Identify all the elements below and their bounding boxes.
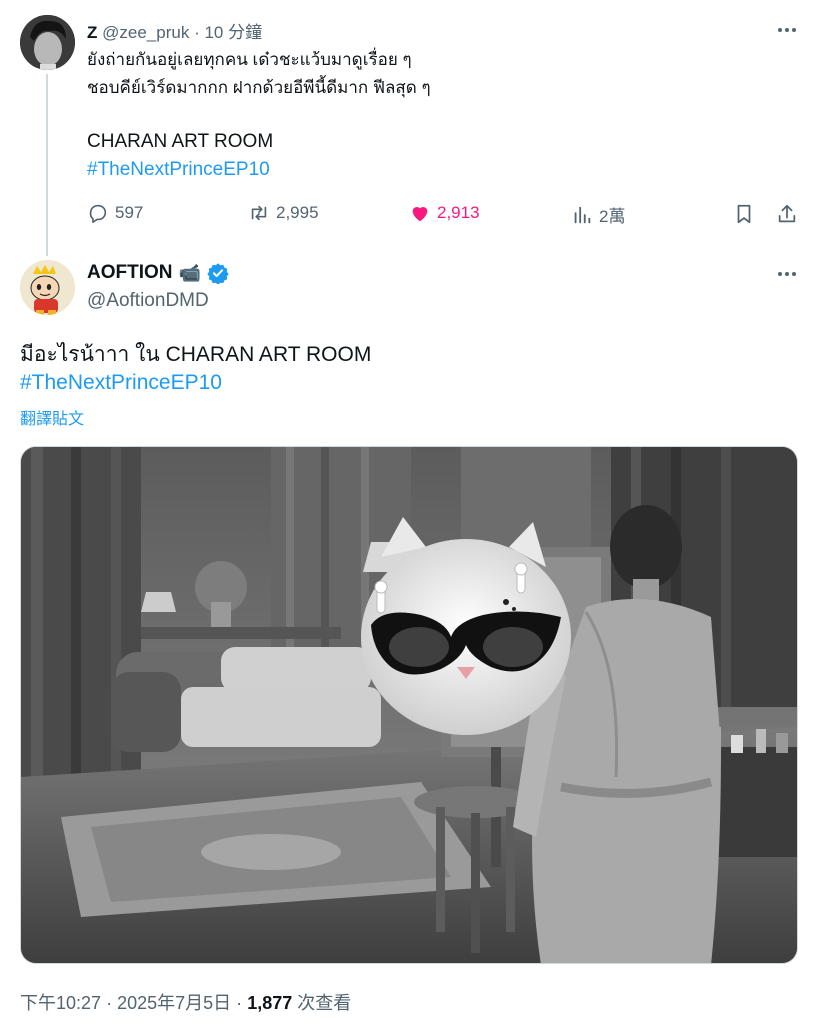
share-button[interactable] xyxy=(775,202,799,226)
reply-hashtag-link[interactable]: #TheNextPrinceEP10 xyxy=(87,159,270,181)
photo-scene xyxy=(21,447,797,963)
retweet-count: 2,995 xyxy=(276,203,319,222)
reply-display-name[interactable]: Z xyxy=(87,23,97,42)
main-hashtag-link[interactable]: #TheNextPrinceEP10 xyxy=(20,371,222,395)
bookmark-icon xyxy=(737,204,751,224)
tweet-date[interactable]: 2025年7月5日 xyxy=(117,993,231,1013)
reply-separator: · xyxy=(194,23,200,42)
reply-button[interactable]: 597 xyxy=(87,202,143,224)
bookmark-button[interactable] xyxy=(732,202,756,226)
main-tweet-text: มีอะไรน้าาา ใน CHARAN ART ROOM xyxy=(20,343,372,366)
reply-text: ยังถ่ายกันอยู่เลยทุกคน เด๋วชะแว้บมาดูเรื… xyxy=(87,46,431,102)
comment-icon xyxy=(89,204,107,223)
reply-text-line: ยังถ่ายกันอยู่เลยทุกคน เด๋วชะแว้บมาดูเรื… xyxy=(87,50,412,69)
thread-connector-line xyxy=(46,74,48,256)
more-dots-icon xyxy=(778,28,796,32)
heart-filled-icon xyxy=(412,207,428,222)
reply-handle[interactable]: @zee_pruk xyxy=(102,23,189,42)
main-display-name[interactable]: AOFTION xyxy=(87,262,173,284)
more-dots-icon xyxy=(778,272,796,276)
main-author-avatar[interactable] xyxy=(20,260,75,315)
reply-time[interactable]: 10 分鐘 xyxy=(204,23,262,42)
tweet-timestamp-row: 下午10:27 · 2025年7月5日 · 1,877 次查看 xyxy=(20,989,351,1015)
main-name-row: AOFTION 📹 xyxy=(87,262,229,284)
reply-count: 597 xyxy=(115,203,144,222)
date-separator: · xyxy=(236,993,243,1013)
view-count: 2萬 xyxy=(599,207,626,226)
retweet-button[interactable]: 2,995 xyxy=(248,202,319,224)
like-button[interactable]: 2,913 xyxy=(409,202,480,224)
reply-text-line: ชอบคีย์เวิร์ดมากกก ฝากด้วยอีพีนี้ดีมาก ฟ… xyxy=(87,78,431,97)
verified-badge-icon xyxy=(207,263,229,284)
reply-author-avatar[interactable] xyxy=(20,15,75,70)
main-more-button[interactable] xyxy=(772,264,802,284)
translate-post-link[interactable]: 翻譯貼文 xyxy=(20,405,84,429)
like-count: 2,913 xyxy=(437,203,480,222)
tweet-view-count: 1,877 xyxy=(247,993,293,1013)
views-button[interactable]: 2萬 xyxy=(571,202,625,227)
retweet-icon xyxy=(251,205,267,221)
cat-sticker xyxy=(361,517,571,735)
video-camera-icon: 📹 xyxy=(178,262,201,283)
bar-chart-icon xyxy=(574,206,591,223)
share-icon xyxy=(778,204,796,223)
time-separator: · xyxy=(106,993,113,1013)
reply-header: Z @zee_pruk · 10 分鐘 xyxy=(87,18,262,43)
main-handle[interactable]: @AoftionDMD xyxy=(87,290,209,312)
reply-more-button[interactable] xyxy=(772,20,802,40)
tweet-photo[interactable] xyxy=(20,446,798,964)
tweet-view-label: 次查看 xyxy=(297,993,352,1013)
reply-location: CHARAN ART ROOM xyxy=(87,131,274,152)
tweet-time[interactable]: 下午10:27 xyxy=(20,993,101,1013)
